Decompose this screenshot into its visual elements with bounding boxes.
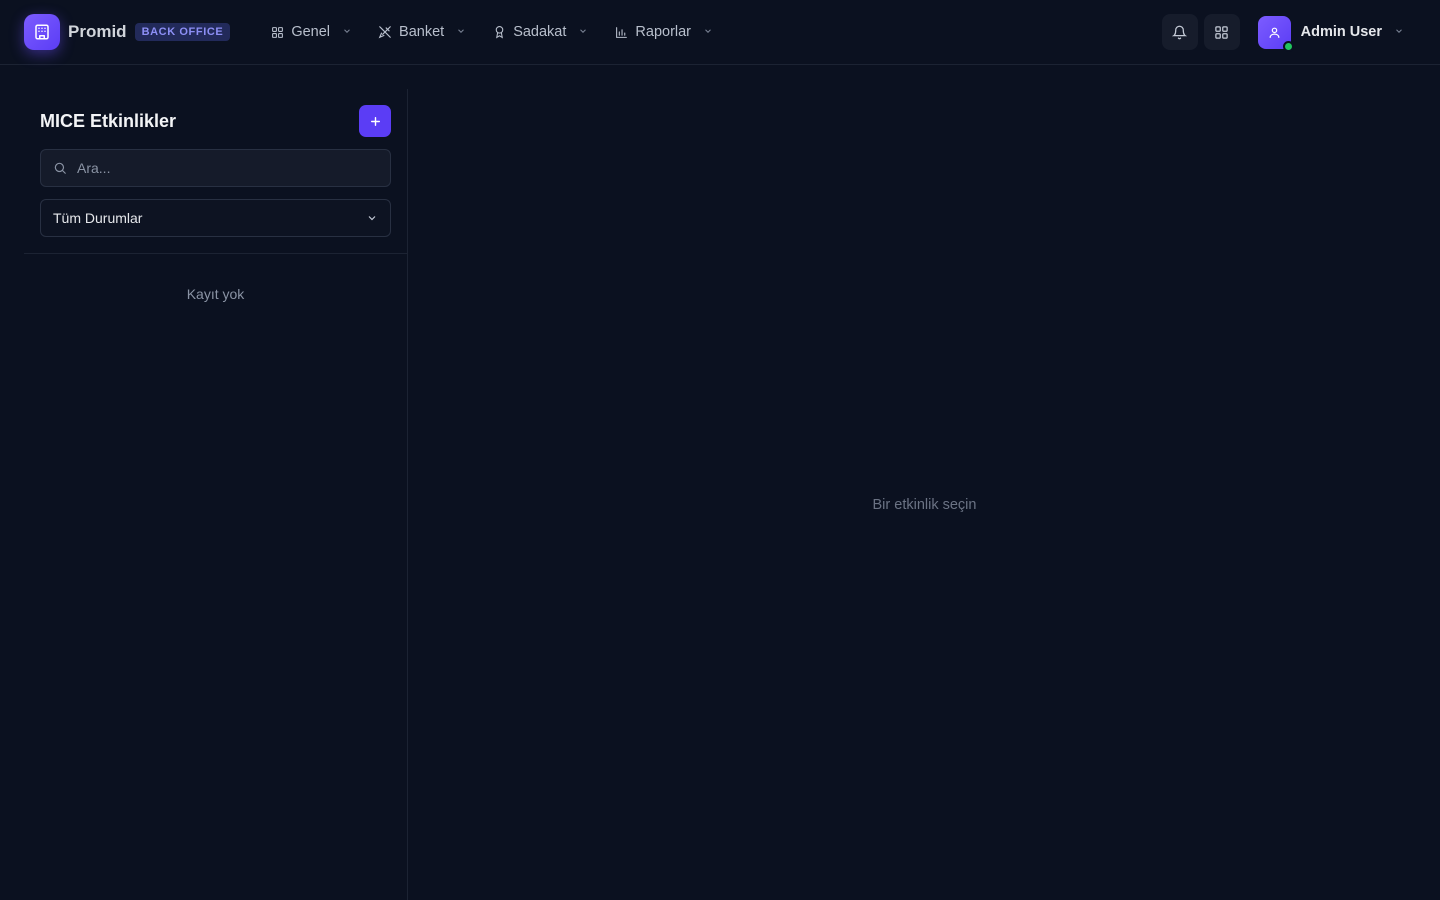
- main-nav: Genel Banket Sadakat Raporlar: [260, 14, 729, 50]
- back-office-badge: BACK OFFICE: [134, 23, 231, 41]
- chevron-down-icon: [368, 216, 376, 221]
- empty-selection-text: Bir etkinlik seçin: [872, 497, 977, 513]
- search-box: [40, 149, 391, 187]
- nav-item-genel[interactable]: Genel: [260, 14, 362, 50]
- apps-button[interactable]: [1203, 14, 1240, 50]
- nav-item-label: Sadakat: [513, 24, 567, 40]
- chevron-down-icon: [703, 24, 713, 40]
- grid-icon: [270, 25, 284, 39]
- notifications-button[interactable]: [1161, 14, 1198, 50]
- app-logo[interactable]: [24, 14, 60, 50]
- avatar: [1257, 15, 1294, 52]
- sidebar-title: MICE Etkinlikler: [40, 110, 177, 131]
- chevron-down-icon: [1394, 23, 1404, 41]
- nav-item-label: Genel: [291, 24, 331, 40]
- sidebar-divider: [24, 253, 407, 254]
- user-menu[interactable]: Admin User: [1257, 15, 1404, 52]
- grid-icon: [1215, 25, 1228, 39]
- top-bar: Promid BACK OFFICE Genel Banket Sadakat …: [0, 0, 1440, 65]
- building-icon: [35, 24, 49, 40]
- events-sidebar: MICE Etkinlikler Tüm Durumlar Kayıt yok: [24, 89, 408, 900]
- utensils-icon: [378, 25, 392, 39]
- empty-list-text: Kayıt yok: [186, 286, 245, 302]
- nav-item-label: Banket: [399, 24, 445, 40]
- online-status-dot: [1282, 40, 1294, 52]
- nav-item-raporlar[interactable]: Raporlar: [604, 14, 723, 50]
- chevron-down-icon: [578, 24, 588, 40]
- add-event-button[interactable]: [359, 105, 391, 137]
- search-icon: [54, 162, 66, 174]
- brand-name: Promid: [68, 22, 127, 41]
- user-name: Admin User: [1300, 24, 1382, 40]
- top-right-actions: Admin User: [1156, 14, 1416, 52]
- award-icon: [492, 25, 506, 39]
- status-filter-select[interactable]: Tüm Durumlar: [40, 199, 391, 237]
- search-input[interactable]: [77, 160, 377, 176]
- nav-item-sadakat[interactable]: Sadakat: [482, 14, 598, 50]
- chevron-down-icon: [342, 24, 352, 40]
- plus-icon: [370, 116, 380, 126]
- bar-chart-icon: [614, 25, 628, 39]
- status-filter-value: Tüm Durumlar: [53, 210, 143, 226]
- nav-item-banket[interactable]: Banket: [368, 14, 476, 50]
- user-icon: [1269, 27, 1280, 38]
- chevron-down-icon: [456, 24, 466, 40]
- bell-icon: [1172, 25, 1188, 39]
- nav-item-label: Raporlar: [635, 24, 692, 40]
- sidebar-header: MICE Etkinlikler: [40, 105, 391, 137]
